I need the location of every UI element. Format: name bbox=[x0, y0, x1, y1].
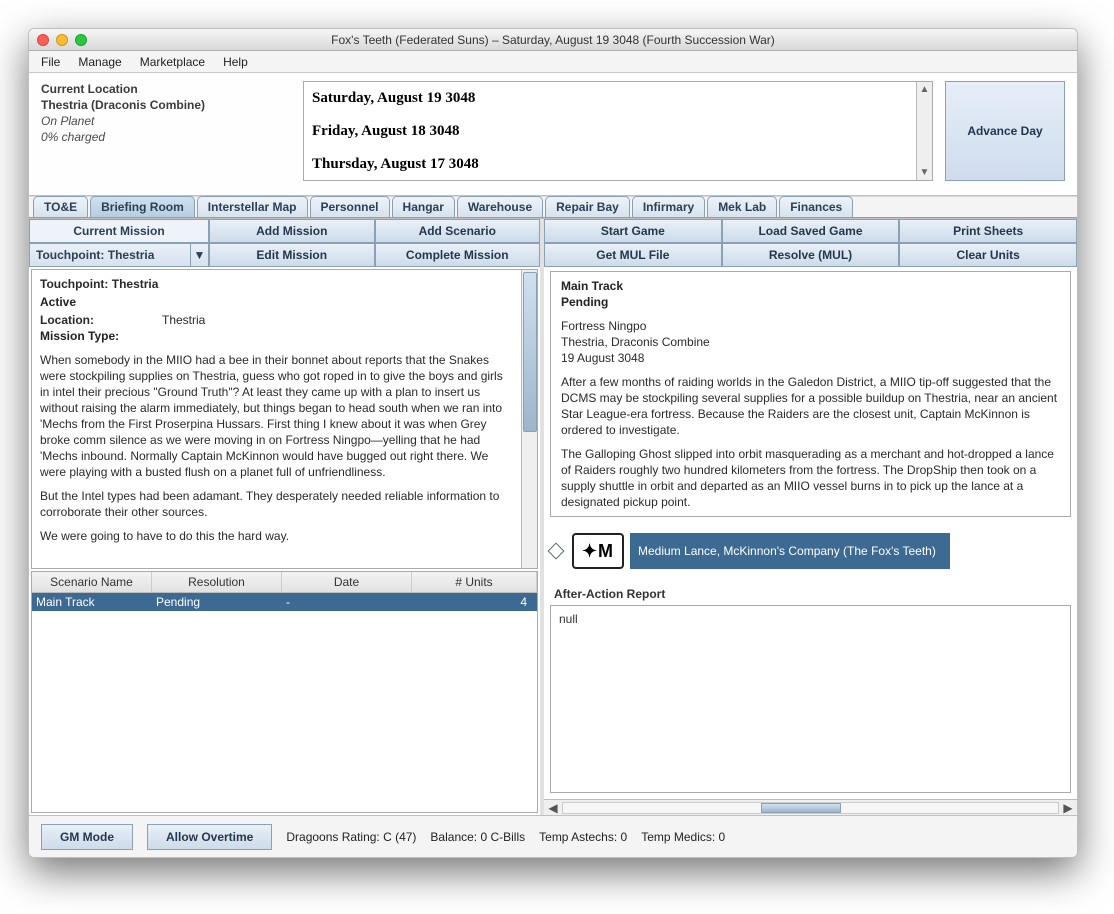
tab-toe[interactable]: TO&E bbox=[33, 196, 88, 217]
allow-overtime-button[interactable]: Allow Overtime bbox=[147, 824, 272, 850]
horizontal-scrollbar[interactable]: ◀ ▶ bbox=[544, 799, 1077, 815]
current-location-panel: Current Location Thestria (Draconis Comb… bbox=[41, 81, 291, 181]
track-location-2: Thestria, Draconis Combine bbox=[561, 335, 710, 349]
zoom-window-button[interactable] bbox=[75, 34, 87, 46]
scroll-track[interactable] bbox=[562, 802, 1059, 814]
track-date: 19 August 3048 bbox=[561, 351, 644, 365]
scroll-down-icon[interactable]: ▼ bbox=[920, 165, 930, 180]
tab-warehouse[interactable]: Warehouse bbox=[457, 196, 543, 217]
mission-location-value: Thestria bbox=[162, 312, 205, 328]
close-window-button[interactable] bbox=[37, 34, 49, 46]
mission-body: We were going to have to do this the har… bbox=[40, 528, 513, 544]
tab-infirmary[interactable]: Infirmary bbox=[632, 196, 705, 217]
gm-mode-button[interactable]: GM Mode bbox=[41, 824, 133, 850]
col-scenario-name[interactable]: Scenario Name bbox=[32, 572, 152, 592]
add-mission-button[interactable]: Add Mission bbox=[209, 219, 375, 243]
scenario-table: Scenario Name Resolution Date # Units Ma… bbox=[31, 571, 538, 813]
tab-finances[interactable]: Finances bbox=[779, 196, 853, 217]
scroll-thumb[interactable] bbox=[761, 803, 841, 813]
date-log-scrollbar[interactable]: ▲ ▼ bbox=[916, 82, 932, 180]
date-log-entry[interactable]: Saturday, August 19 3048 bbox=[304, 82, 916, 115]
location-status: On Planet bbox=[41, 114, 94, 128]
clear-units-button[interactable]: Clear Units bbox=[899, 243, 1077, 267]
edit-mission-button[interactable]: Edit Mission bbox=[209, 243, 375, 267]
load-saved-game-button[interactable]: Load Saved Game bbox=[722, 219, 900, 243]
window-title: Fox's Teeth (Federated Suns) – Saturday,… bbox=[29, 33, 1077, 47]
advance-day-button[interactable]: Advance Day bbox=[945, 81, 1065, 181]
cell-units: 4 bbox=[412, 593, 537, 611]
get-mul-file-button[interactable]: Get MUL File bbox=[544, 243, 722, 267]
track-status: Pending bbox=[561, 295, 608, 309]
location-planet: Thestria (Draconis Combine) bbox=[41, 98, 205, 112]
date-log: Saturday, August 19 3048 Friday, August … bbox=[303, 81, 933, 181]
menu-help[interactable]: Help bbox=[215, 53, 256, 71]
tab-mek-lab[interactable]: Mek Lab bbox=[707, 196, 777, 217]
start-game-button[interactable]: Start Game bbox=[544, 219, 722, 243]
location-header: Current Location bbox=[41, 82, 138, 96]
temp-medics-text: Temp Medics: 0 bbox=[641, 830, 725, 844]
tree-handle-icon[interactable] bbox=[548, 543, 565, 560]
cell-scenario-name: Main Track bbox=[32, 593, 152, 611]
menu-bar: File Manage Marketplace Help bbox=[29, 51, 1077, 73]
current-mission-label: Current Mission bbox=[29, 219, 209, 243]
lance-icon: ✦M bbox=[572, 533, 624, 569]
track-body: After a few months of raiding worlds in … bbox=[561, 374, 1060, 438]
scroll-right-icon[interactable]: ▶ bbox=[1061, 801, 1075, 815]
mission-location-label: Location: bbox=[40, 312, 132, 328]
mission-description: Touchpoint: Thestria Active Location: Th… bbox=[32, 270, 521, 568]
menu-manage[interactable]: Manage bbox=[70, 53, 129, 71]
mission-body: When somebody in the MIIO had a bee in t… bbox=[40, 352, 513, 480]
mission-select[interactable]: Touchpoint: Thestria ▼ bbox=[29, 243, 209, 267]
track-title: Main Track bbox=[561, 279, 623, 293]
menu-file[interactable]: File bbox=[33, 53, 68, 71]
aar-textbox[interactable]: null bbox=[550, 605, 1071, 793]
chevron-down-icon[interactable]: ▼ bbox=[190, 244, 208, 266]
temp-astechs-text: Temp Astechs: 0 bbox=[539, 830, 627, 844]
date-log-entry[interactable]: Friday, August 18 3048 bbox=[304, 115, 916, 148]
complete-mission-button[interactable]: Complete Mission bbox=[375, 243, 541, 267]
lance-label[interactable]: Medium Lance, McKinnon's Company (The Fo… bbox=[630, 533, 950, 569]
balance-text: Balance: 0 C-Bills bbox=[430, 830, 525, 844]
mission-select-value: Touchpoint: Thestria bbox=[30, 244, 190, 266]
title-bar: Fox's Teeth (Federated Suns) – Saturday,… bbox=[29, 29, 1077, 51]
tab-briefing-room[interactable]: Briefing Room bbox=[90, 196, 195, 217]
scroll-left-icon[interactable]: ◀ bbox=[546, 801, 560, 815]
resolve-mul-button[interactable]: Resolve (MUL) bbox=[722, 243, 900, 267]
track-body: The Galloping Ghost slipped into orbit m… bbox=[561, 446, 1060, 510]
mission-type-label: Mission Type: bbox=[40, 329, 119, 343]
tab-hangar[interactable]: Hangar bbox=[392, 196, 455, 217]
mission-status: Active bbox=[40, 295, 76, 309]
table-row[interactable]: Main Track Pending - 4 bbox=[32, 593, 537, 611]
status-bar: GM Mode Allow Overtime Dragoons Rating: … bbox=[29, 815, 1077, 857]
cell-resolution: Pending bbox=[152, 593, 282, 611]
track-panel: Main Track Pending Fortress Ningpo Thest… bbox=[550, 271, 1071, 517]
lance-tree-row[interactable]: ✦M Medium Lance, McKinnon's Company (The… bbox=[550, 533, 1071, 569]
dragoons-rating: Dragoons Rating: C (47) bbox=[286, 830, 416, 844]
date-log-entry[interactable]: Thursday, August 17 3048 bbox=[304, 148, 916, 180]
col-units[interactable]: # Units bbox=[412, 572, 537, 592]
track-location-1: Fortress Ningpo bbox=[561, 319, 646, 333]
location-charged: 0% charged bbox=[41, 130, 105, 144]
scroll-up-icon[interactable]: ▲ bbox=[920, 82, 930, 97]
mission-title: Touchpoint: Thestria bbox=[40, 276, 513, 292]
col-date[interactable]: Date bbox=[282, 572, 412, 592]
tab-personnel[interactable]: Personnel bbox=[310, 196, 390, 217]
aar-label: After-Action Report bbox=[554, 587, 1067, 601]
menu-marketplace[interactable]: Marketplace bbox=[132, 53, 213, 71]
main-tabs: TO&E Briefing Room Interstellar Map Pers… bbox=[29, 196, 1077, 218]
tab-repair-bay[interactable]: Repair Bay bbox=[545, 196, 630, 217]
add-scenario-button[interactable]: Add Scenario bbox=[375, 219, 541, 243]
mission-desc-scrollbar[interactable] bbox=[521, 270, 537, 568]
tab-interstellar-map[interactable]: Interstellar Map bbox=[197, 196, 308, 217]
col-resolution[interactable]: Resolution bbox=[152, 572, 282, 592]
scroll-thumb[interactable] bbox=[523, 272, 537, 432]
mission-body: But the Intel types had been adamant. Th… bbox=[40, 488, 513, 520]
minimize-window-button[interactable] bbox=[56, 34, 68, 46]
cell-date: - bbox=[282, 593, 412, 611]
print-sheets-button[interactable]: Print Sheets bbox=[899, 219, 1077, 243]
